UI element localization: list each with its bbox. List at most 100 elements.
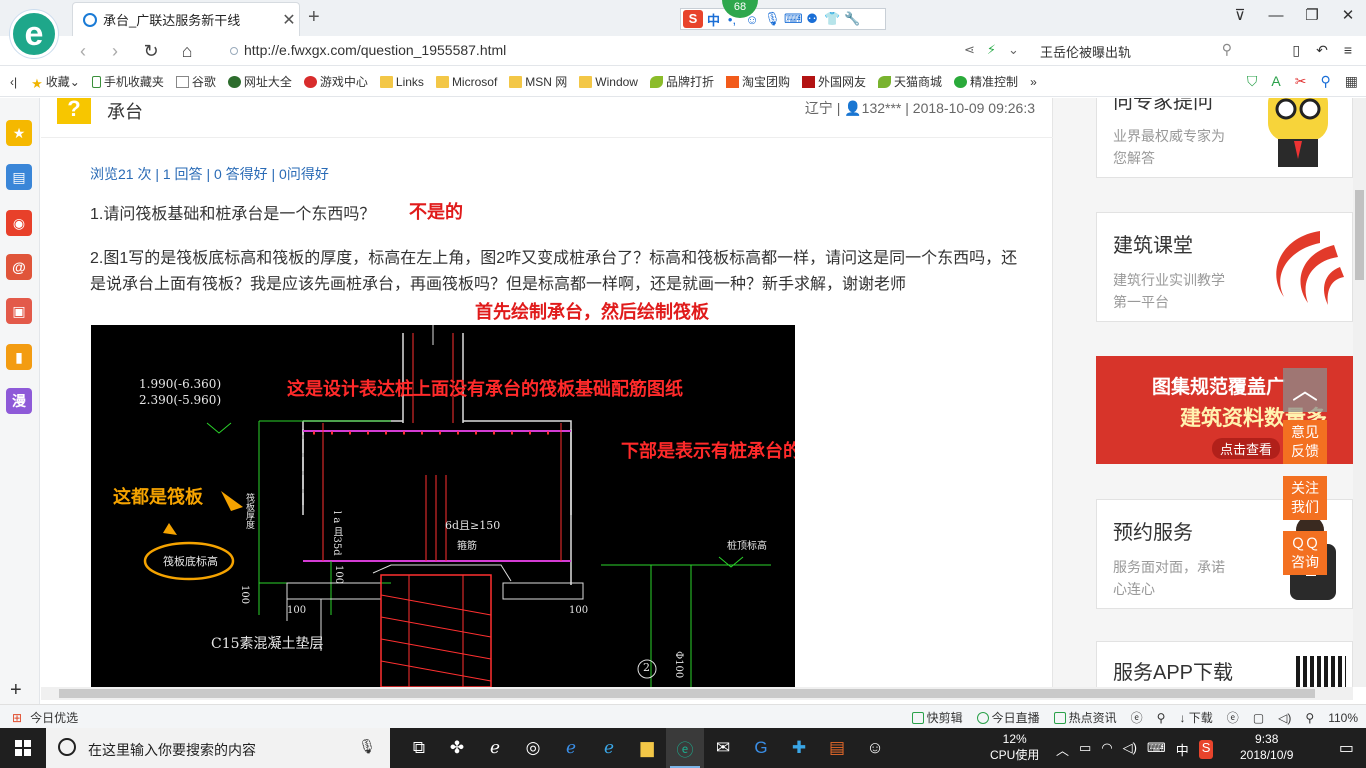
sogou-tray-icon[interactable]: S [1198,740,1214,759]
feedback-button[interactable]: 意见 反馈 [1283,420,1327,464]
wifi-icon[interactable]: ◠ [1101,740,1112,759]
mail-icon[interactable]: @ [6,254,32,280]
share-icon[interactable]: ⋖ [964,42,975,58]
today-picks[interactable]: 今日优选 [30,709,78,726]
browser-360-icon[interactable]: ⓔ [666,728,704,768]
start-button[interactable] [0,728,46,768]
bookmark-microsoft[interactable]: Microsof [435,75,497,89]
clock[interactable]: 9:38 2018/10/9 [1240,731,1293,763]
close-tab-icon[interactable]: ✕ [279,10,299,30]
skin-icon[interactable]: 👕 [824,11,840,27]
shield-icon[interactable]: ⛉ [1247,73,1258,90]
menu-icon[interactable]: ≡ [1344,42,1352,59]
speed-mode-icon[interactable]: ⚡ [987,42,996,58]
ie-icon[interactable]: ℯ [590,728,628,768]
news-search-field[interactable]: 王岳伦被曝出轨 ⚲ [1040,41,1240,61]
weibo-icon[interactable]: ◉ [6,210,32,236]
file-explorer-icon[interactable]: ▆ [628,728,666,768]
add-sidebar-icon[interactable]: + [10,679,22,702]
restore-button[interactable]: ❐ [1294,0,1330,32]
bookmark-precise[interactable]: 精准控制 [954,73,1018,90]
favorites-icon[interactable]: ★ [6,120,32,146]
minimize-button[interactable]: — [1258,0,1294,32]
keyboard-icon[interactable]: ⌨ [784,11,803,27]
search-icon[interactable]: ⚲ [1321,73,1331,90]
cpu-meter[interactable]: 12% CPU使用 [990,731,1039,763]
back-button[interactable]: ‹ [72,40,94,62]
question-stats[interactable]: 浏览21 次 | 1 回答 | 0 答得好 | 0问得好 [90,164,329,184]
ime-indicator[interactable]: 中 [1176,740,1189,759]
hot-news[interactable]: 热点资讯 [1053,709,1117,726]
building-course-card[interactable]: 建筑课堂 建筑行业实训教学第一平台 [1096,212,1353,322]
undo-icon[interactable]: ↶ [1316,42,1328,59]
bookmark-discount[interactable]: 品牌打折 [649,73,714,90]
vertical-scrollbar[interactable] [1353,98,1366,687]
scroll-thumb[interactable] [59,689,1315,698]
bookmark-tmall[interactable]: 天猫商城 [878,73,942,90]
ask-expert-card[interactable]: 向专家提问 业界最权威专家为您解答 [1096,98,1353,178]
banner-cta[interactable]: 点击查看 [1212,438,1281,459]
fan-app-icon[interactable]: ✤ [438,728,476,768]
bookmark-google[interactable]: 谷歌 [175,73,216,90]
scissors-icon[interactable]: ✂ [1295,73,1307,90]
reader-icon[interactable]: ▤ [6,164,32,190]
follow-us-button[interactable]: 关注 我们 [1283,476,1327,520]
bookmark-games[interactable]: 游戏中心 [303,73,368,90]
ime-mode[interactable]: 中 [707,10,720,29]
game-icon[interactable]: ▣ [6,298,32,324]
back-to-top-button[interactable]: ︿ [1283,368,1327,412]
bookmark-foreign[interactable]: 外国网友 [802,73,866,90]
pin-icon[interactable]: ⚲ [1157,711,1166,725]
skin-button[interactable]: ⊽ [1222,0,1258,32]
chevron-up-icon[interactable]: ︿ [1056,740,1069,759]
mic-icon[interactable]: 🎙 [358,738,376,755]
site-info-icon[interactable] [230,47,238,55]
app-download-card[interactable]: 服务APP下载 [1096,641,1353,687]
edge-icon[interactable]: ℯ [552,728,590,768]
audio-icon[interactable]: ◁) [1278,711,1291,725]
forward-button[interactable]: › [104,40,126,62]
ie-icon[interactable]: ⓔ [1131,709,1143,726]
mail-icon[interactable]: ✉ [704,728,742,768]
user-icon[interactable]: ⚉ [804,11,820,27]
bookmark-mobile[interactable]: 手机收藏夹 [91,73,164,90]
edge-legacy-icon[interactable]: ℯ [476,728,514,768]
scroll-thumb[interactable] [1355,190,1364,280]
people-icon[interactable]: ☺ [856,728,894,768]
mobile-icon[interactable]: ▯ [1292,42,1300,59]
task-view-icon[interactable]: ⧉ [400,728,438,768]
comic-icon[interactable]: 漫 [6,388,32,414]
url-field[interactable]: http://e.fwxgx.com/question_1955587.html [230,42,506,58]
ime-toolbar[interactable]: S 中 •, ☺ 🎙 ⌨ ⚉ 👕 🔧 [680,8,886,30]
more-bookmarks-icon[interactable]: » [1030,75,1037,89]
glodon-icon[interactable]: G [742,728,780,768]
browser-tab[interactable]: 承台_广联达服务新干线 ✕ [72,2,300,36]
browser-logo[interactable]: e [10,10,58,58]
grid-icon[interactable]: ▦ [1345,73,1358,90]
puzzle-icon[interactable]: ✚ [780,728,818,768]
volume-icon[interactable]: ◁) [1123,740,1137,759]
taskbar-search[interactable]: 在这里输入你要搜索的内容 🎙 [46,728,390,768]
downloads[interactable]: ↓ 下载 [1179,709,1212,726]
home-button[interactable]: ⌂ [176,40,198,62]
today-live[interactable]: 今日直播 [976,709,1040,726]
quick-edit[interactable]: 快剪辑 [911,709,963,726]
chevron-down-icon[interactable]: ⌄ [1008,42,1019,58]
search-icon[interactable]: ⚲ [1222,41,1232,58]
reload-button[interactable]: ↻ [140,40,162,62]
bookmark-msn[interactable]: MSN 网 [509,73,567,90]
mic-icon[interactable]: 🎙 [764,11,781,27]
qq-browser-icon[interactable]: ◎ [514,728,552,768]
bookmark-sites[interactable]: 网址大全 [227,73,292,90]
new-tab-button[interactable]: + [308,6,320,29]
battery-icon[interactable]: ▭ [1079,740,1091,759]
qq-consult-button[interactable]: ＱＱ 咨询 [1283,531,1327,575]
bookmarks-collapse[interactable]: ‹| [10,75,17,89]
wrench-icon[interactable]: 🔧 [844,11,860,27]
bookmark-taobao[interactable]: 淘宝团购 [726,73,790,90]
bookmark-windows[interactable]: Window [579,75,638,89]
horizontal-scrollbar[interactable] [41,687,1353,700]
pdf-icon[interactable]: ▤ [818,728,856,768]
ie-mode-icon[interactable]: ⓔ [1227,709,1239,726]
translate-icon[interactable]: A [1271,73,1280,90]
